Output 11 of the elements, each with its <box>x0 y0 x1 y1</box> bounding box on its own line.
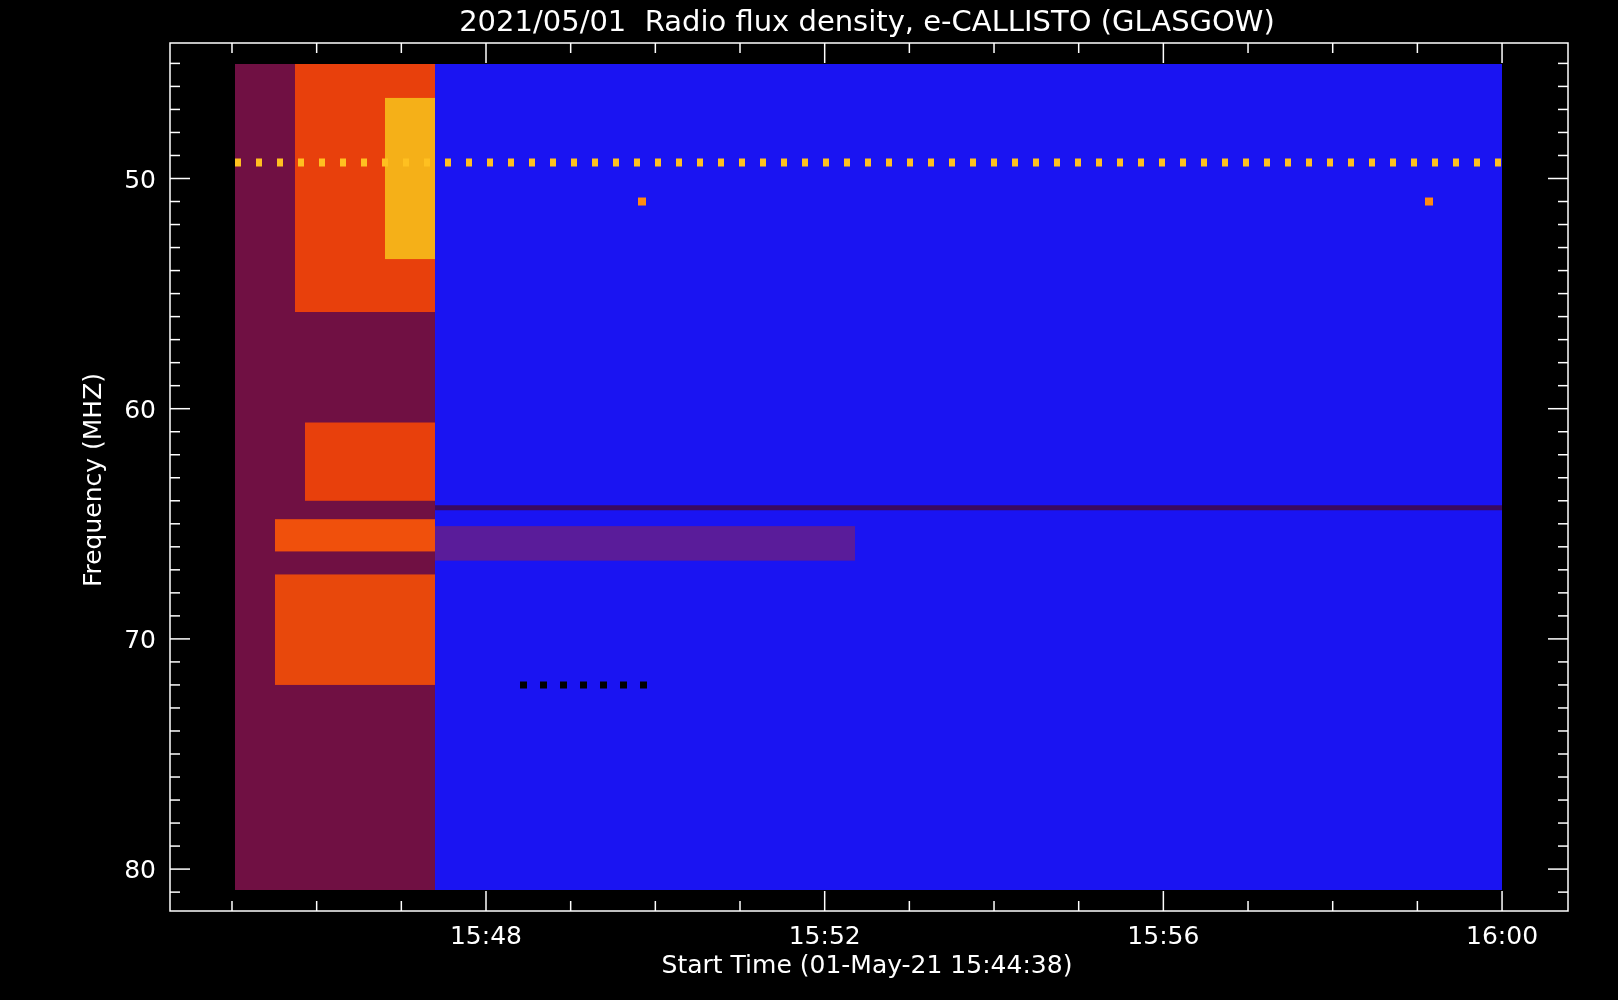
y-axis-title: Frequency (MHZ) <box>78 372 107 588</box>
x-tick-label: 16:00 <box>1466 921 1539 950</box>
chart-title: 2021/05/01 Radio flux density, e-CALLISTO (GLASGOW) <box>459 4 1275 38</box>
x-tick-label: 15:48 <box>450 921 522 950</box>
y-tick-label: 60 <box>124 394 156 424</box>
y-tick-label: 80 <box>124 855 156 885</box>
y-tick-label: 50 <box>124 164 156 194</box>
x-axis-title: Start Time (01-May-21 15:44:38) <box>661 950 1073 979</box>
x-tick-label: 15:56 <box>1127 921 1200 950</box>
y-tick-label: 70 <box>124 624 156 654</box>
x-tick-label: 15:52 <box>788 921 861 950</box>
